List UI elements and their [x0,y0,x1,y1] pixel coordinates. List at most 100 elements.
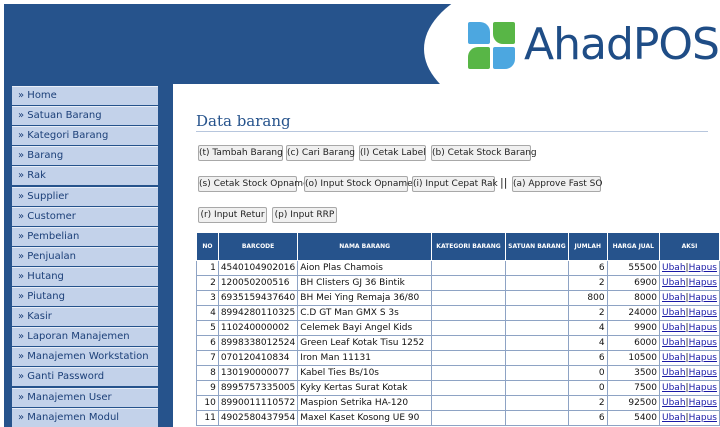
aksi-cell: Ubah|Hapus [659,410,720,426]
barcode-cell: 110240000002 [217,320,299,336]
barcode-cell: 6935159437640 [217,290,299,306]
ubah-link[interactable]: Ubah [662,353,686,363]
sidebar-item-ganti-password[interactable]: » Ganti Password [12,367,158,387]
barcode-cell: 8998338012524 [217,335,299,351]
satuan-barang-cell [504,350,569,366]
hapus-link[interactable]: Hapus [689,398,717,408]
column-header: JUMLAH [567,232,608,261]
row-number-cell: 10 [196,395,219,411]
kategori-barang-cell [431,350,506,366]
row-number-cell: 3 [196,290,219,306]
sidebar-item-barang[interactable]: » Barang [12,146,158,166]
barcode-cell: 4540104902016 [217,260,299,276]
hapus-link[interactable]: Hapus [689,278,717,288]
satuan-barang-cell [504,290,569,306]
approve-fast-so-button[interactable]: (a) Approve Fast SO [512,176,602,192]
hapus-link[interactable]: Hapus [689,263,717,273]
table-body: 1 4540104902016 Aion Plas Chamois 6 55500 Uba… [196,260,720,426]
hapus-link[interactable]: Hapus [689,413,717,423]
hapus-link[interactable]: Hapus [689,353,717,363]
hapus-link[interactable]: Hapus [689,383,717,393]
nama-barang-cell: BH Clisters GJ 36 Bintik [297,275,433,291]
harga-jual-cell: 5400 [606,410,661,426]
tambah-barang-button[interactable]: (t) Tambah Barang [198,145,283,161]
aksi-cell: Ubah|Hapus [659,365,720,381]
nama-barang-cell: Kyky Kertas Surat Kotak [297,380,433,396]
aksi-cell: Ubah|Hapus [659,350,720,366]
sidebar-item-home[interactable]: » Home [12,86,158,105]
sidebar-item-kategori-barang[interactable]: » Kategori Barang [12,126,158,146]
cetak-stock-opname-button[interactable]: (s) Cetak Stock Opname [198,176,309,192]
table-row: 3 6935159437640 BH Mei Ying Remaja 36/80 80… [196,290,720,306]
jumlah-cell: 6 [567,260,608,276]
ubah-link[interactable]: Ubah [662,338,686,348]
sidebar-item-penjualan[interactable]: » Penjualan [12,246,158,266]
sidebar-item-manajemen-modul[interactable]: » Manajemen Modul [12,407,158,427]
ubah-link[interactable]: Ubah [662,308,686,318]
input-retur-button[interactable]: (r) Input Retur [198,207,267,223]
sidebar-item-rak[interactable]: » Rak [12,166,158,186]
ubah-link[interactable]: Ubah [662,278,686,288]
ubah-link[interactable]: Ubah [662,293,686,303]
input-cepat-rak-button[interactable]: (i) Input Cepat Rak [412,176,498,192]
sidebar-item-piutang[interactable]: » Piutang [12,287,158,306]
sidebar-item-supplier[interactable]: » Supplier [12,186,158,206]
satuan-barang-cell [504,380,569,396]
aksi-cell: Ubah|Hapus [659,260,720,276]
input-stock-opname-button[interactable]: (o) Input Stock Opname [304,176,413,192]
jumlah-cell: 4 [567,335,608,351]
harga-jual-cell: 6900 [606,275,661,291]
main-content: Data barang (t) Tambah Barang (c) Cari B… [176,84,720,427]
page-title: Data barang [196,112,291,130]
jumlah-cell: 4 [567,320,608,336]
sidebar-item-manajemen-user[interactable]: » Manajemen User [12,387,158,407]
hapus-link[interactable]: Hapus [689,308,717,318]
cetak-stock-barang-button[interactable]: (b) Cetak Stock Barang [431,145,537,161]
aksi-cell: Ubah|Hapus [659,335,720,351]
row-number-cell: 8 [196,365,219,381]
cari-barang-button[interactable]: (c) Cari Barang [286,145,355,161]
table-row: 6 8998338012524 Green Leaf Kotak Tisu 1252… [196,335,720,351]
table-row: 11 4902580437954 Maxel Kaset Kosong UE 90 6… [196,410,720,426]
ubah-link[interactable]: Ubah [662,383,686,393]
satuan-barang-cell [504,395,569,411]
sidebar-item-hutang[interactable]: » Hutang [12,266,158,286]
aksi-cell: Ubah|Hapus [659,275,720,291]
sidebar-item-laporan-manajemen[interactable]: » Laporan Manajemen [12,327,158,347]
ubah-link[interactable]: Ubah [662,368,686,378]
hapus-link[interactable]: Hapus [689,323,717,333]
barcode-cell: 8990011110572 [217,395,299,411]
satuan-barang-cell [504,275,569,291]
kategori-barang-cell [431,335,506,351]
sidebar-item-satuan-barang[interactable]: » Satuan Barang [12,106,158,126]
kategori-barang-cell [431,380,506,396]
hapus-link[interactable]: Hapus [689,368,717,378]
hapus-link[interactable]: Hapus [689,338,717,348]
sidebar-item-kasir[interactable]: » Kasir [12,307,158,327]
ubah-link[interactable]: Ubah [662,398,686,408]
table-row: 7 070120410834 Iron Man 11131 6 10500 Ubah|Ha… [196,350,720,366]
nama-barang-cell: Aion Plas Chamois [297,260,433,276]
harga-jual-cell: 10500 [606,350,661,366]
harga-jual-cell: 3500 [606,365,661,381]
harga-jual-cell: 9900 [606,320,661,336]
aksi-cell: Ubah|Hapus [659,395,720,411]
ubah-link[interactable]: Ubah [662,263,686,273]
input-rrp-button[interactable]: (p) Input RRP [272,207,337,223]
cetak-label-button[interactable]: (l) Cetak Label [359,145,426,161]
logo-text: AhadPOS [524,19,718,70]
aksi-cell: Ubah|Hapus [659,320,720,336]
jumlah-cell: 0 [567,380,608,396]
row-number-cell: 4 [196,305,219,321]
ubah-link[interactable]: Ubah [662,323,686,333]
ubah-link[interactable]: Ubah [662,413,686,423]
row-number-cell: 7 [196,350,219,366]
sidebar-item-manajemen-workstation[interactable]: » Manajemen Workstation [12,347,158,367]
table-row: 2 120050200516 BH Clisters GJ 36 Bintik 2 69… [196,275,720,291]
sidebar-item-pembelian[interactable]: » Pembelian [12,226,158,246]
column-header: SATUAN BARANG [504,232,569,261]
app-logo[interactable]: AhadPOS [466,20,718,70]
satuan-barang-cell [504,320,569,336]
sidebar-item-customer[interactable]: » Customer [12,206,158,226]
hapus-link[interactable]: Hapus [689,293,717,303]
